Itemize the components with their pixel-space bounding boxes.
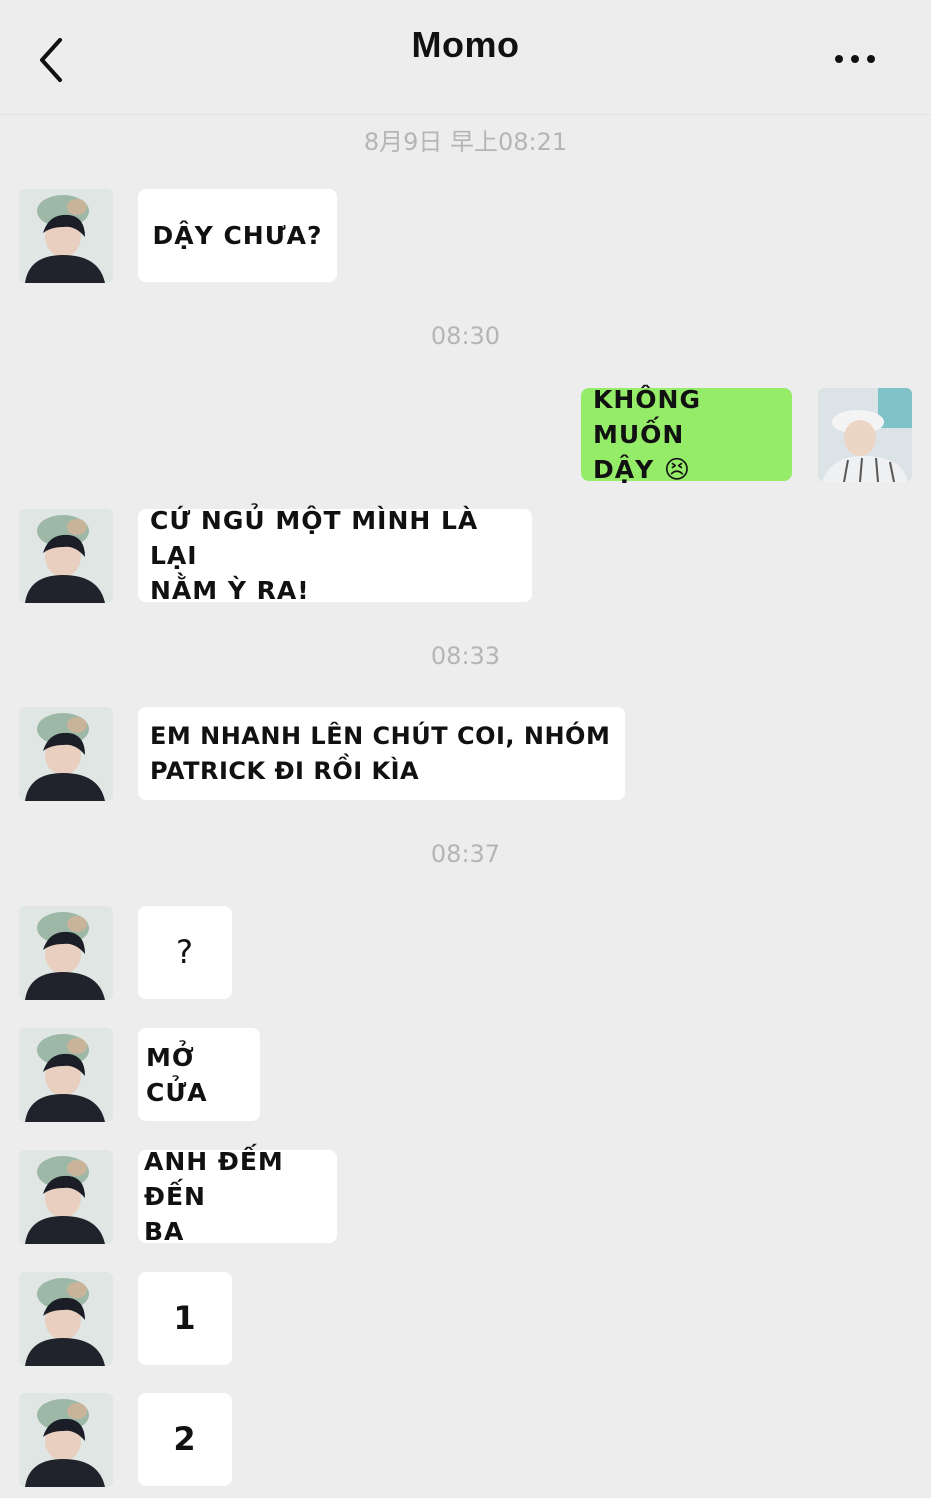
contact-avatar[interactable] — [19, 509, 113, 603]
chat-header: Momo — [0, 0, 931, 115]
contact-avatar[interactable] — [19, 1150, 113, 1244]
more-dots-icon — [835, 55, 843, 63]
timestamp: 8月9日 早上08:21 — [363, 128, 568, 156]
message-bubble: 2 — [138, 1393, 232, 1486]
message-bubble: CỨ NGỦ MỘT MÌNH LÀ LẠI NẰM Ỳ RA! — [138, 506, 532, 605]
contact-avatar[interactable] — [19, 906, 113, 1000]
message-bubble: ANH ĐẾM ĐẾN BA — [138, 1147, 337, 1246]
message-bubble: DẬY CHƯA? — [138, 189, 337, 282]
message-bubble: ? — [138, 906, 232, 999]
chat-title: Momo — [411, 24, 520, 65]
contact-avatar[interactable] — [19, 1393, 113, 1487]
own-avatar[interactable] — [818, 388, 912, 482]
more-options-button[interactable] — [835, 48, 891, 72]
timestamp: 08:37 — [430, 840, 501, 868]
contact-avatar[interactable] — [19, 1272, 113, 1366]
contact-avatar[interactable] — [19, 1028, 113, 1122]
timestamp: 08:30 — [430, 322, 501, 350]
message-bubble: MỞ CỬA — [138, 1028, 260, 1121]
own-message-bubble: KHÔNG MUỐN DẬY 😣 — [581, 385, 792, 484]
timestamp: 08:33 — [430, 642, 501, 670]
contact-avatar[interactable] — [19, 707, 113, 801]
message-bubble: 1 — [138, 1272, 232, 1365]
message-bubble: EM NHANH LÊN CHÚT COI, NHÓM PATRICK ĐI R… — [138, 707, 625, 800]
contact-avatar[interactable] — [19, 189, 113, 283]
